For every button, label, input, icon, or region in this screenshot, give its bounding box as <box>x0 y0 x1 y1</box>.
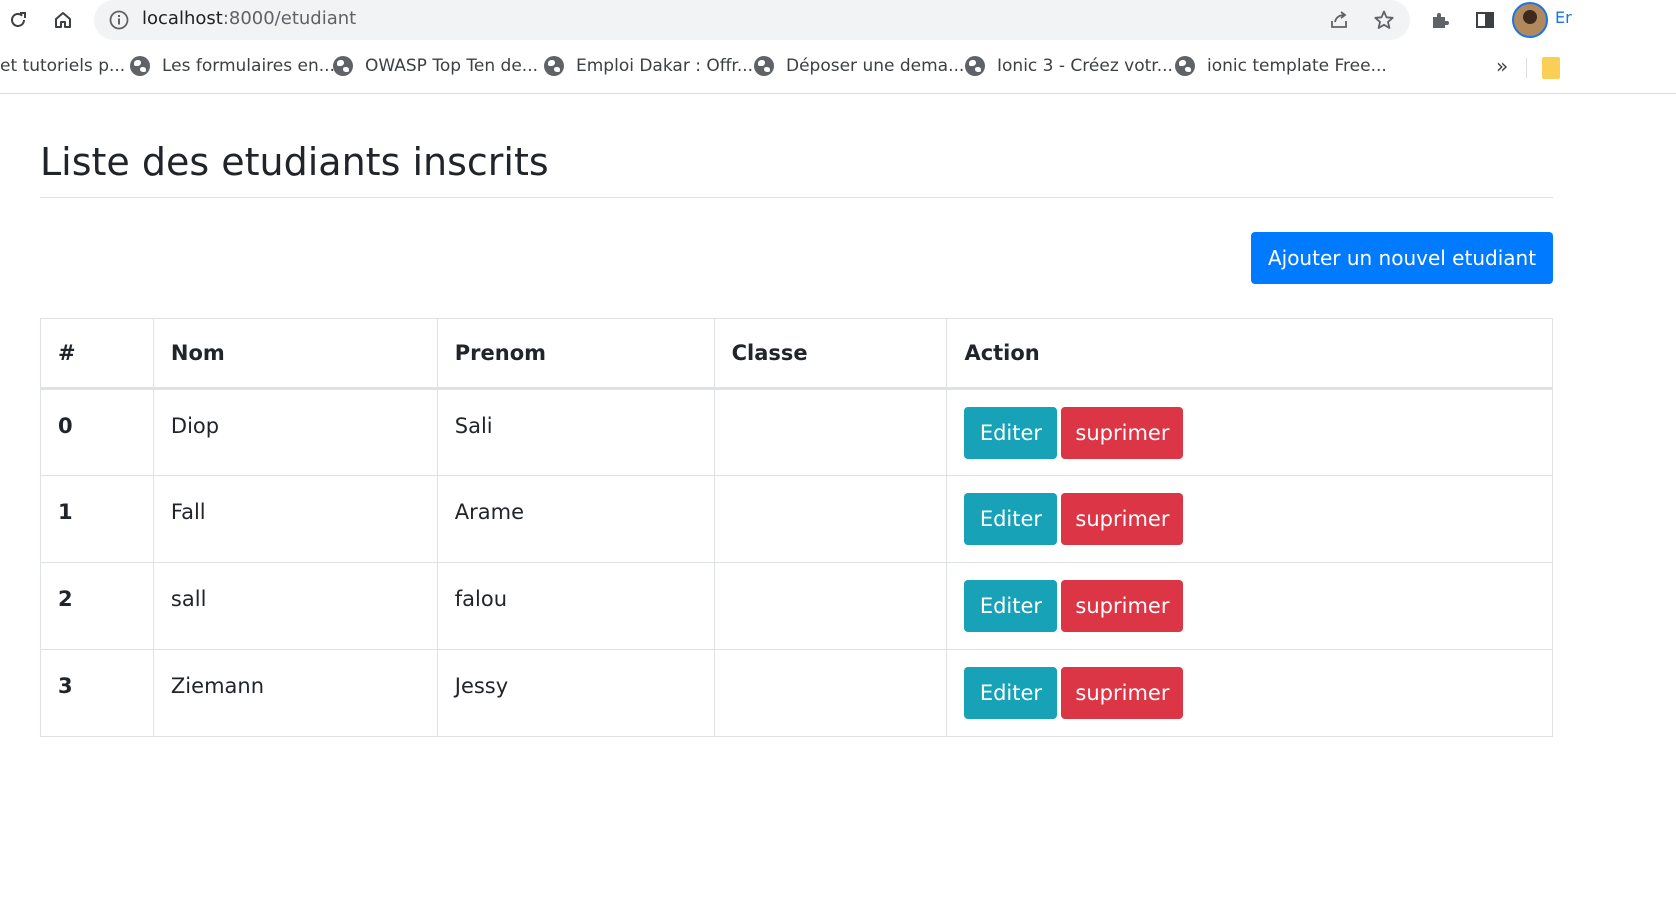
cell-classe <box>713 388 948 476</box>
bookmarks-bar: et tutoriels p... Les formulaires en... … <box>0 48 1676 86</box>
bookmark-label: Ionic 3 - Créez votr... <box>997 56 1173 76</box>
cell-index: 3 <box>40 649 154 737</box>
header-nom: Nom <box>152 318 438 390</box>
profile-avatar[interactable] <box>1512 2 1548 38</box>
cell-prenom: Jessy <box>436 649 715 737</box>
cell-nom: Fall <box>152 475 438 563</box>
bookmark-star-icon[interactable] <box>1370 6 1398 34</box>
globe-icon <box>333 56 353 76</box>
globe-icon <box>544 56 564 76</box>
bookmark-item[interactable]: et tutoriels p... <box>0 56 125 76</box>
bookmarks-separator <box>1526 58 1527 78</box>
title-divider <box>40 197 1553 198</box>
bookmark-item[interactable]: Les formulaires en... <box>130 56 335 76</box>
cell-actions: Editer suprimer <box>946 649 1553 737</box>
bookmark-label: Emploi Dakar : Offr... <box>576 56 754 76</box>
header-action: Action <box>946 318 1553 390</box>
cell-nom: Diop <box>152 388 438 476</box>
globe-icon <box>965 56 985 76</box>
cell-nom: Ziemann <box>152 649 438 737</box>
url-text[interactable]: localhost:8000/etudiant <box>142 8 356 29</box>
cell-index: 2 <box>40 562 154 650</box>
header-classe: Classe <box>713 318 948 390</box>
table-row: 1 Fall Arame Editer suprimer <box>40 475 1553 563</box>
bookmark-item[interactable]: Ionic 3 - Créez votr... <box>965 56 1173 76</box>
reload-icon[interactable] <box>4 6 32 34</box>
add-student-button[interactable]: Ajouter un nouvel etudiant <box>1251 232 1553 284</box>
bookmark-item[interactable]: OWASP Top Ten de... <box>333 56 538 76</box>
cell-index: 1 <box>40 475 154 563</box>
delete-button[interactable]: suprimer <box>1061 667 1184 719</box>
share-icon[interactable] <box>1325 6 1353 34</box>
profile-label[interactable]: Er <box>1555 8 1572 27</box>
cell-classe <box>713 562 948 650</box>
globe-icon <box>130 56 150 76</box>
home-icon[interactable] <box>49 6 77 34</box>
bookmark-label: ionic template Free... <box>1207 56 1387 76</box>
address-bar[interactable]: localhost:8000/etudiant <box>94 0 1410 40</box>
edit-button[interactable]: Editer <box>964 667 1058 719</box>
table-row: 0 Diop Sali Editer suprimer <box>40 388 1553 476</box>
url-path: :8000/etudiant <box>222 8 357 29</box>
cell-index: 0 <box>40 388 154 476</box>
cell-actions: Editer suprimer <box>946 388 1553 476</box>
edit-button[interactable]: Editer <box>964 407 1058 459</box>
bookmark-item[interactable]: Déposer une dema... <box>754 56 964 76</box>
bookmark-item[interactable]: Emploi Dakar : Offr... <box>544 56 753 76</box>
bookmark-folder-icon[interactable] <box>1542 57 1560 79</box>
students-table: # Nom Prenom Classe Action 0 Diop Sali E… <box>40 318 1553 737</box>
page-title: Liste des etudiants inscrits <box>40 140 549 184</box>
extensions-icon[interactable] <box>1426 6 1454 34</box>
globe-icon <box>1175 56 1195 76</box>
cell-nom: sall <box>152 562 438 650</box>
browser-toolbar: localhost:8000/etudiant Er <box>0 0 1676 40</box>
table-row: 2 sall falou Editer suprimer <box>40 562 1553 650</box>
edit-button[interactable]: Editer <box>964 580 1058 632</box>
cell-classe <box>713 475 948 563</box>
delete-button[interactable]: suprimer <box>1061 407 1184 459</box>
edit-button[interactable]: Editer <box>964 493 1058 545</box>
bookmarks-overflow-chevron-icon[interactable]: » <box>1496 54 1508 78</box>
site-info-icon[interactable] <box>108 9 130 31</box>
table-header-row: # Nom Prenom Classe Action <box>40 318 1553 390</box>
bookmark-label: OWASP Top Ten de... <box>365 56 539 76</box>
bookmark-label: Déposer une dema... <box>786 56 965 76</box>
cell-prenom: falou <box>436 562 715 650</box>
browser-content-divider <box>0 93 1676 94</box>
bookmark-item[interactable]: ionic template Free... <box>1175 56 1387 76</box>
cell-prenom: Sali <box>436 388 715 476</box>
table-row: 3 Ziemann Jessy Editer suprimer <box>40 649 1553 737</box>
delete-button[interactable]: suprimer <box>1061 580 1184 632</box>
cell-actions: Editer suprimer <box>946 562 1553 650</box>
url-host: localhost <box>142 8 223 29</box>
bookmark-label: et tutoriels p... <box>0 56 126 76</box>
bookmark-label: Les formulaires en... <box>162 56 335 76</box>
side-panel-icon[interactable] <box>1471 6 1499 34</box>
header-prenom: Prenom <box>436 318 715 390</box>
cell-prenom: Arame <box>436 475 715 563</box>
globe-icon <box>754 56 774 76</box>
cell-actions: Editer suprimer <box>946 475 1553 563</box>
delete-button[interactable]: suprimer <box>1061 493 1184 545</box>
cell-classe <box>713 649 948 737</box>
header-index: # <box>40 318 154 390</box>
